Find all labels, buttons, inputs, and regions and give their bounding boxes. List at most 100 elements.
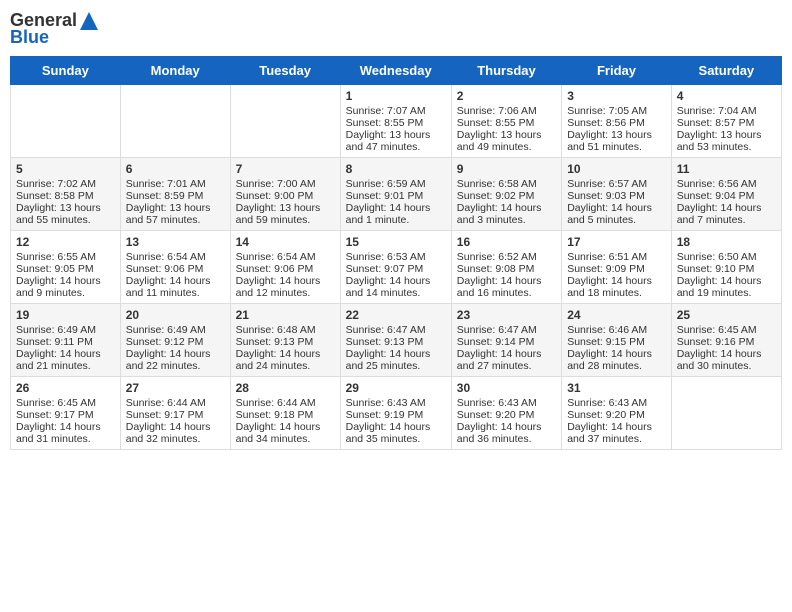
sunrise-text: Sunrise: 6:47 AM (346, 324, 426, 336)
calendar-day-cell: 17Sunrise: 6:51 AMSunset: 9:09 PMDayligh… (562, 231, 672, 304)
calendar-day-cell: 16Sunrise: 6:52 AMSunset: 9:08 PMDayligh… (451, 231, 561, 304)
sunset-text: Sunset: 9:06 PM (126, 263, 204, 275)
daylight-text: Daylight: 14 hours and 30 minutes. (677, 348, 762, 372)
calendar-day-cell: 20Sunrise: 6:49 AMSunset: 9:12 PMDayligh… (120, 304, 230, 377)
calendar-day-cell: 23Sunrise: 6:47 AMSunset: 9:14 PMDayligh… (451, 304, 561, 377)
empty-cell (120, 85, 230, 158)
day-number: 29 (346, 381, 446, 395)
day-number: 1 (346, 89, 446, 103)
calendar-day-cell: 13Sunrise: 6:54 AMSunset: 9:06 PMDayligh… (120, 231, 230, 304)
sunrise-text: Sunrise: 6:49 AM (126, 324, 206, 336)
logo-icon (79, 11, 99, 31)
daylight-text: Daylight: 14 hours and 19 minutes. (677, 275, 762, 299)
daylight-text: Daylight: 14 hours and 7 minutes. (677, 202, 762, 226)
day-number: 6 (126, 162, 225, 176)
day-number: 27 (126, 381, 225, 395)
calendar-table: SundayMondayTuesdayWednesdayThursdayFrid… (10, 56, 782, 450)
weekday-header-thursday: Thursday (451, 57, 561, 85)
calendar-day-cell: 9Sunrise: 6:58 AMSunset: 9:02 PMDaylight… (451, 158, 561, 231)
sunset-text: Sunset: 9:06 PM (236, 263, 314, 275)
weekday-header-tuesday: Tuesday (230, 57, 340, 85)
day-number: 22 (346, 308, 446, 322)
calendar-day-cell: 22Sunrise: 6:47 AMSunset: 9:13 PMDayligh… (340, 304, 451, 377)
calendar-day-cell: 24Sunrise: 6:46 AMSunset: 9:15 PMDayligh… (562, 304, 672, 377)
day-number: 18 (677, 235, 776, 249)
sunset-text: Sunset: 9:13 PM (236, 336, 314, 348)
daylight-text: Daylight: 14 hours and 5 minutes. (567, 202, 652, 226)
sunset-text: Sunset: 9:10 PM (677, 263, 755, 275)
day-number: 19 (16, 308, 115, 322)
sunrise-text: Sunrise: 6:43 AM (346, 397, 426, 409)
day-number: 10 (567, 162, 666, 176)
day-number: 31 (567, 381, 666, 395)
calendar-day-cell: 12Sunrise: 6:55 AMSunset: 9:05 PMDayligh… (11, 231, 121, 304)
day-number: 2 (457, 89, 556, 103)
weekday-header-saturday: Saturday (671, 57, 781, 85)
weekday-header-wednesday: Wednesday (340, 57, 451, 85)
daylight-text: Daylight: 14 hours and 21 minutes. (16, 348, 101, 372)
sunset-text: Sunset: 9:16 PM (677, 336, 755, 348)
calendar-week-row: 26Sunrise: 6:45 AMSunset: 9:17 PMDayligh… (11, 377, 782, 450)
daylight-text: Daylight: 14 hours and 16 minutes. (457, 275, 542, 299)
weekday-header-sunday: Sunday (11, 57, 121, 85)
day-number: 5 (16, 162, 115, 176)
sunrise-text: Sunrise: 6:58 AM (457, 178, 537, 190)
calendar-week-row: 1Sunrise: 7:07 AMSunset: 8:55 PMDaylight… (11, 85, 782, 158)
sunrise-text: Sunrise: 7:06 AM (457, 105, 537, 117)
daylight-text: Daylight: 14 hours and 9 minutes. (16, 275, 101, 299)
daylight-text: Daylight: 14 hours and 14 minutes. (346, 275, 431, 299)
sunset-text: Sunset: 8:59 PM (126, 190, 204, 202)
daylight-text: Daylight: 13 hours and 49 minutes. (457, 129, 542, 153)
sunrise-text: Sunrise: 6:49 AM (16, 324, 96, 336)
daylight-text: Daylight: 14 hours and 35 minutes. (346, 421, 431, 445)
sunset-text: Sunset: 8:55 PM (457, 117, 535, 129)
sunset-text: Sunset: 9:20 PM (457, 409, 535, 421)
sunrise-text: Sunrise: 6:45 AM (677, 324, 757, 336)
daylight-text: Daylight: 14 hours and 32 minutes. (126, 421, 211, 445)
day-number: 17 (567, 235, 666, 249)
sunrise-text: Sunrise: 6:51 AM (567, 251, 647, 263)
calendar-day-cell: 10Sunrise: 6:57 AMSunset: 9:03 PMDayligh… (562, 158, 672, 231)
calendar-day-cell: 3Sunrise: 7:05 AMSunset: 8:56 PMDaylight… (562, 85, 672, 158)
calendar-day-cell: 4Sunrise: 7:04 AMSunset: 8:57 PMDaylight… (671, 85, 781, 158)
sunset-text: Sunset: 9:17 PM (126, 409, 204, 421)
weekday-header-monday: Monday (120, 57, 230, 85)
calendar-day-cell: 25Sunrise: 6:45 AMSunset: 9:16 PMDayligh… (671, 304, 781, 377)
day-number: 13 (126, 235, 225, 249)
calendar-day-cell: 7Sunrise: 7:00 AMSunset: 9:00 PMDaylight… (230, 158, 340, 231)
empty-cell (230, 85, 340, 158)
day-number: 4 (677, 89, 776, 103)
sunset-text: Sunset: 9:07 PM (346, 263, 424, 275)
sunset-text: Sunset: 9:04 PM (677, 190, 755, 202)
day-number: 21 (236, 308, 335, 322)
sunset-text: Sunset: 9:09 PM (567, 263, 645, 275)
calendar-day-cell: 5Sunrise: 7:02 AMSunset: 8:58 PMDaylight… (11, 158, 121, 231)
sunset-text: Sunset: 9:18 PM (236, 409, 314, 421)
daylight-text: Daylight: 14 hours and 1 minute. (346, 202, 431, 226)
sunset-text: Sunset: 9:12 PM (126, 336, 204, 348)
daylight-text: Daylight: 14 hours and 31 minutes. (16, 421, 101, 445)
daylight-text: Daylight: 13 hours and 53 minutes. (677, 129, 762, 153)
daylight-text: Daylight: 13 hours and 59 minutes. (236, 202, 321, 226)
sunset-text: Sunset: 9:11 PM (16, 336, 93, 348)
daylight-text: Daylight: 13 hours and 51 minutes. (567, 129, 652, 153)
day-number: 7 (236, 162, 335, 176)
sunset-text: Sunset: 9:03 PM (567, 190, 645, 202)
sunset-text: Sunset: 9:08 PM (457, 263, 535, 275)
sunrise-text: Sunrise: 7:00 AM (236, 178, 316, 190)
logo-blue: Blue (10, 27, 49, 48)
sunrise-text: Sunrise: 6:44 AM (126, 397, 206, 409)
calendar-day-cell: 11Sunrise: 6:56 AMSunset: 9:04 PMDayligh… (671, 158, 781, 231)
sunset-text: Sunset: 9:02 PM (457, 190, 535, 202)
weekday-header-friday: Friday (562, 57, 672, 85)
sunrise-text: Sunrise: 6:43 AM (567, 397, 647, 409)
sunset-text: Sunset: 9:01 PM (346, 190, 424, 202)
calendar-day-cell: 19 Sunrise: 6:49 AMSunset: 9:11 PMDayligh… (11, 304, 121, 377)
daylight-text: Daylight: 13 hours and 57 minutes. (126, 202, 211, 226)
day-number: 16 (457, 235, 556, 249)
daylight-text: Daylight: 14 hours and 37 minutes. (567, 421, 652, 445)
sunset-text: Sunset: 9:05 PM (16, 263, 94, 275)
daylight-text: Daylight: 14 hours and 36 minutes. (457, 421, 542, 445)
calendar-day-cell: 21Sunrise: 6:48 AMSunset: 9:13 PMDayligh… (230, 304, 340, 377)
day-number: 24 (567, 308, 666, 322)
